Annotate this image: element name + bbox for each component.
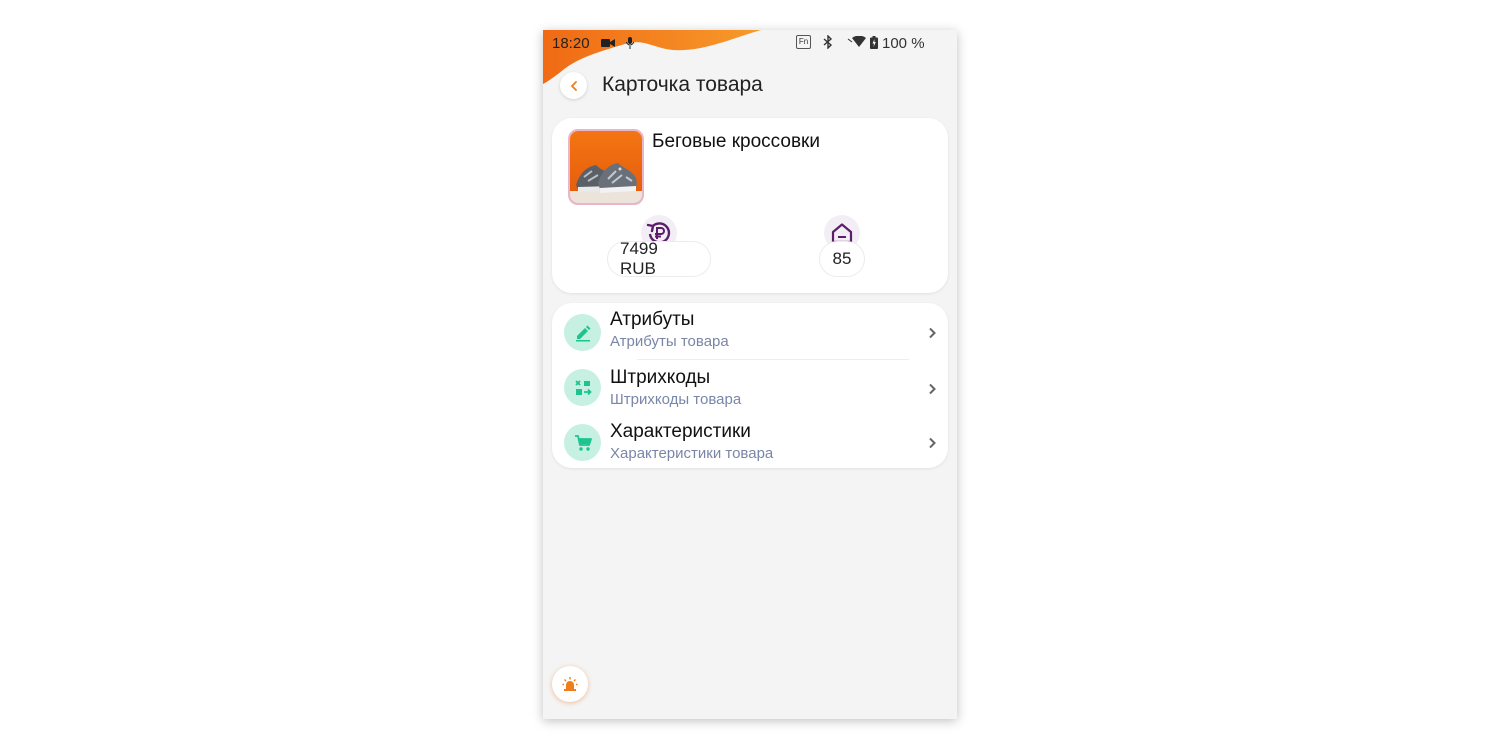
price-value: 7499 RUB <box>608 239 710 278</box>
bluetooth-icon <box>823 35 833 49</box>
chevron-right-icon <box>929 437 936 449</box>
battery-icon <box>870 36 878 49</box>
status-bar: 18:20 Fn 100 % <box>543 30 957 56</box>
chevron-right-icon <box>929 327 936 339</box>
menu-item-attributes[interactable]: Атрибуты Атрибуты товара <box>552 305 948 359</box>
running-shoes-photo <box>570 131 642 203</box>
menu-item-title: Штрихкоды <box>610 367 711 388</box>
menu-item-characteristics[interactable]: Характеристики Характеристики товара <box>552 417 948 471</box>
cart-icon <box>574 434 592 451</box>
video-record-icon <box>601 39 615 47</box>
mic-icon <box>626 37 634 49</box>
menu-item-subtitle: Характеристики товара <box>610 445 774 462</box>
menu-item-title: Характеристики <box>610 421 751 442</box>
alarm-light-icon <box>562 677 578 691</box>
product-image[interactable] <box>568 129 644 205</box>
home-icon <box>831 223 853 244</box>
menu-divider <box>637 359 909 360</box>
menu-item-subtitle: Атрибуты товара <box>610 333 729 350</box>
status-time: 18:20 <box>552 35 590 52</box>
menu-icon-wrap <box>564 369 601 406</box>
product-name: Беговые кроссовки <box>652 131 820 152</box>
barcode-scan-icon <box>574 379 592 395</box>
menu-item-subtitle: Штрихкоды товара <box>610 391 742 408</box>
phone-screen: 18:20 Fn 100 % Карточка товара Беговые к… <box>543 30 957 719</box>
menu-icon-wrap <box>564 424 601 461</box>
battery-percent: 100 % <box>882 35 925 52</box>
pencil-icon <box>575 325 590 341</box>
product-card: Беговые кроссовки 7499 RUB 85 <box>552 118 948 293</box>
stock-value: 85 <box>820 242 864 276</box>
product-menu-card: Атрибуты Атрибуты товара Штрихкоды Штрих… <box>552 303 948 468</box>
chevron-right-icon <box>929 383 936 395</box>
menu-item-barcodes[interactable]: Штрихкоды Штрихкоды товара <box>552 363 948 417</box>
wifi-icon <box>847 36 866 47</box>
chevron-left-icon <box>570 80 577 91</box>
alarm-fab-button[interactable] <box>552 666 588 702</box>
fn-key-icon: Fn <box>796 35 811 49</box>
page-title: Карточка товара <box>602 73 763 96</box>
menu-item-title: Атрибуты <box>610 309 695 330</box>
menu-icon-wrap <box>564 314 601 351</box>
back-button[interactable] <box>560 72 587 99</box>
